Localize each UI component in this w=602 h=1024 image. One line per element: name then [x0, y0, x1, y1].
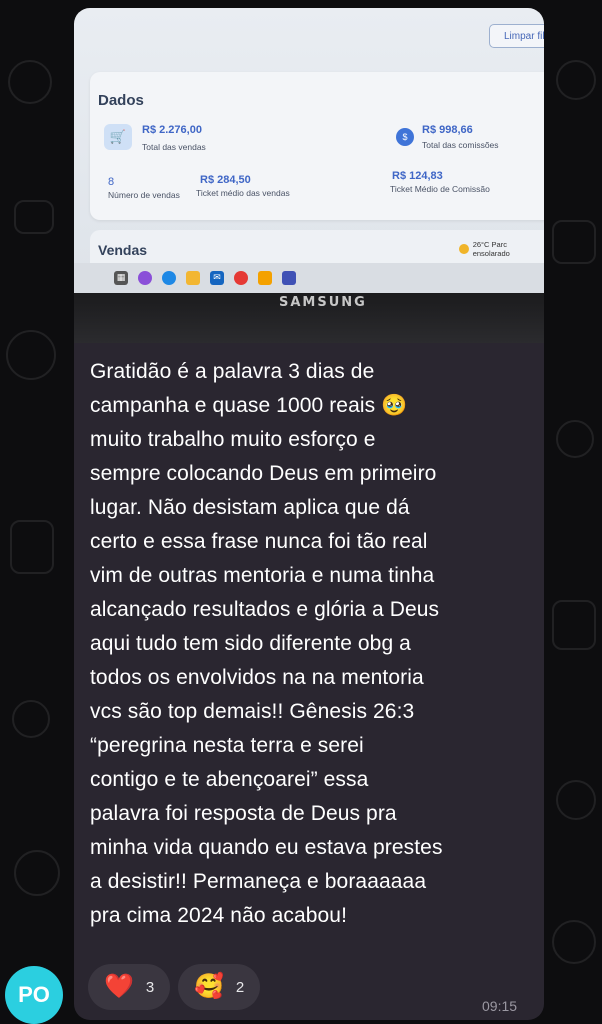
reaction-count: 2: [235, 978, 245, 996]
sales-count-label: Número de vendas: [108, 190, 180, 200]
avg-ticket-label: Ticket médio das vendas: [196, 188, 290, 198]
cart-icon: 🛒: [104, 124, 132, 150]
app-icon-2: [282, 271, 296, 285]
message-bubble[interactable]: Limpar filtro Dados 🛒 R$ 2.276,00 Total …: [74, 8, 544, 1020]
mail-icon: ✉: [210, 271, 224, 285]
monitor-brand: SAMSUNG: [279, 295, 367, 310]
photographed-dashboard: Limpar filtro Dados 🛒 R$ 2.276,00 Total …: [74, 8, 544, 290]
weather-widget: 26°C Parc ensolarado: [459, 240, 544, 258]
copilot-icon: [138, 271, 152, 285]
data-card: Dados 🛒 R$ 2.276,00 Total das vendas $ R…: [90, 72, 544, 220]
card-title: Dados: [98, 92, 144, 109]
sales-count-value: 8: [108, 176, 115, 188]
clear-filter-button: Limpar filtro: [489, 24, 544, 48]
attached-photo[interactable]: Limpar filtro Dados 🛒 R$ 2.276,00 Total …: [74, 8, 544, 343]
reaction-smiling-hearts[interactable]: 🥰 2: [178, 964, 261, 1010]
reaction-heart[interactable]: ❤️ 3: [88, 964, 171, 1010]
avg-commission-value: R$ 124,83: [392, 170, 443, 182]
coin-icon: $: [396, 128, 414, 146]
weather-text: 26°C Parc ensolarado: [472, 240, 510, 258]
commissions-value: R$ 998,66: [422, 124, 473, 136]
sender-avatar[interactable]: PO: [5, 966, 63, 1024]
task-view-icon: ▦: [114, 271, 128, 285]
chrome-icon: [234, 271, 248, 285]
commissions-label: Total das comissões: [422, 140, 499, 150]
reaction-count: 3: [145, 978, 155, 996]
message-text: Gratidão é a palavra 3 dias de campanha …: [90, 360, 443, 927]
avg-commission-label: Ticket Médio de Comissão: [390, 184, 490, 194]
edge-icon: [162, 271, 176, 285]
message-time: 09:15: [482, 998, 518, 1014]
windows-taskbar: ▦ ✉: [74, 263, 544, 293]
total-sales-value: R$ 2.276,00: [142, 124, 202, 136]
heart-icon: ❤️: [104, 973, 134, 1000]
total-sales-label: Total das vendas: [142, 142, 206, 152]
sales-title: Vendas: [98, 242, 148, 258]
app-icon: [258, 271, 272, 285]
folder-icon: [186, 271, 200, 285]
smiling-hearts-icon: 🥰: [194, 973, 224, 1000]
sun-icon: [459, 244, 469, 254]
avg-ticket-value: R$ 284,50: [200, 174, 251, 186]
